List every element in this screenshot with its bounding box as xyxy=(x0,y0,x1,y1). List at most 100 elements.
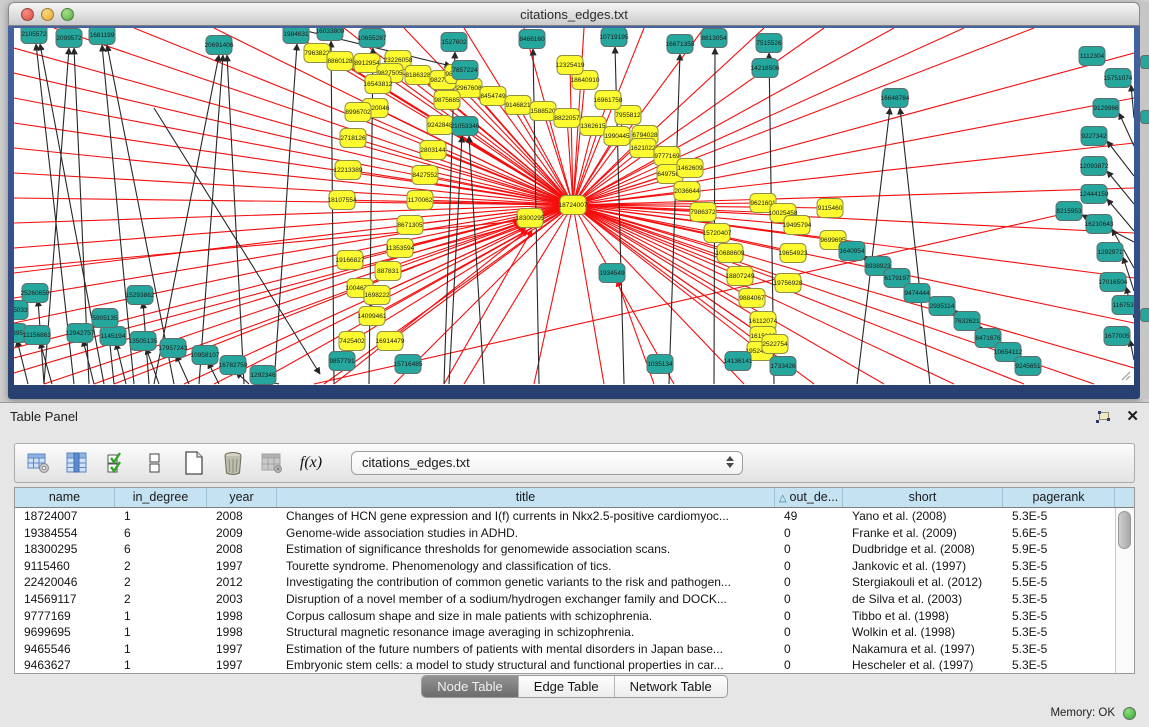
table-source-dropdown[interactable]: citations_edges.txt xyxy=(351,451,743,475)
table-row[interactable]: 1830029562008Estimation of significance … xyxy=(15,541,1134,558)
network-node[interactable]: 8996702 xyxy=(345,103,371,122)
column-header-pagerank[interactable]: pagerank xyxy=(1003,488,1115,507)
network-node[interactable]: 1934549 xyxy=(599,264,625,283)
network-node[interactable]: 8813054 xyxy=(701,29,727,48)
table-row[interactable]: 977716911998Corpus callosum shape and si… xyxy=(15,608,1134,625)
network-node[interactable]: 9245651 xyxy=(1015,357,1041,376)
network-node[interactable]: 21053346 xyxy=(451,117,480,136)
network-node[interactable]: 2803144 xyxy=(420,141,446,160)
network-node[interactable]: 1990445 xyxy=(604,127,630,146)
table-row[interactable]: 1456911722003Disruption of a novel membe… xyxy=(15,591,1134,608)
network-node[interactable]: 1462609 xyxy=(677,159,703,178)
network-node[interactable]: 19495794 xyxy=(783,216,812,235)
network-node[interactable]: 15720407 xyxy=(703,224,732,243)
network-node[interactable]: 5905135 xyxy=(92,309,118,328)
network-node[interactable]: 19756928 xyxy=(774,274,803,293)
network-node[interactable]: 1681199 xyxy=(89,28,115,45)
column-header-in_degree[interactable]: in_degree xyxy=(115,488,207,507)
network-node[interactable]: 16961758 xyxy=(594,91,623,110)
network-node[interactable]: 7515526 xyxy=(756,34,782,53)
network-node[interactable]: 14218506 xyxy=(751,59,780,78)
table-row[interactable]: 1938455462009Genome-wide association stu… xyxy=(15,525,1134,542)
column-header-year[interactable]: year xyxy=(207,488,277,507)
network-node[interactable]: 16648784 xyxy=(881,89,910,108)
select-columns-icon[interactable] xyxy=(64,450,90,476)
network-node[interactable]: 15751074 xyxy=(1104,69,1133,88)
network-node[interactable]: 1292971 xyxy=(1097,243,1123,262)
network-node[interactable]: 8671305 xyxy=(397,216,423,235)
table-row[interactable]: 946554611997Estimation of the future num… xyxy=(15,641,1134,658)
network-canvas[interactable]: 7963822886012889129542322605898275051654… xyxy=(14,28,1134,385)
network-node[interactable]: 13505135 xyxy=(129,332,158,351)
network-node[interactable]: 19166827 xyxy=(336,251,365,270)
network-node[interactable]: 15293862 xyxy=(126,286,155,305)
table-row[interactable]: 2242004622012Investigating the contribut… xyxy=(15,574,1134,591)
column-header-name[interactable]: name xyxy=(15,488,115,507)
network-node[interactable]: 12093872 xyxy=(1080,157,1109,176)
network-node[interactable]: 19654923 xyxy=(779,244,808,263)
network-node[interactable]: 17016504 xyxy=(1099,273,1128,292)
network-node[interactable]: 1292346 xyxy=(250,366,276,385)
network-node[interactable]: 7632621 xyxy=(954,312,980,331)
table-settings-icon[interactable] xyxy=(25,450,51,476)
select-all-checklist-icon[interactable] xyxy=(103,450,129,476)
network-node[interactable]: 8215953 xyxy=(1056,202,1082,221)
tab-node-table[interactable]: Node Table xyxy=(422,676,518,697)
network-node[interactable]: 16210643 xyxy=(1085,215,1114,234)
network-node[interactable]: 11156863 xyxy=(23,326,51,345)
network-node[interactable]: 16543812 xyxy=(364,75,393,94)
network-node[interactable]: 20691406 xyxy=(205,36,234,55)
network-node[interactable]: 1112304 xyxy=(1079,47,1105,66)
table-row[interactable]: 969969511998Structural magnetic resonanc… xyxy=(15,624,1134,641)
tab-edge-table[interactable]: Edge Table xyxy=(518,676,614,697)
network-node[interactable]: 16914479 xyxy=(376,332,405,351)
function-builder-icon[interactable]: f(x) xyxy=(298,450,324,476)
memory-status-indicator-icon[interactable] xyxy=(1123,707,1136,720)
network-node[interactable]: 2105572 xyxy=(21,28,47,44)
network-node[interactable]: 9227342 xyxy=(1081,127,1107,146)
network-node[interactable]: 8427552 xyxy=(412,166,438,185)
network-node[interactable]: 2718126 xyxy=(340,129,366,148)
network-node[interactable]: 10958107 xyxy=(191,346,220,365)
network-node[interactable]: 8454749 xyxy=(480,87,506,106)
table-row[interactable]: 1872400712008Changes of HCN gene express… xyxy=(15,508,1134,525)
network-node[interactable]: 8186328 xyxy=(405,66,431,85)
network-node[interactable]: 1145194 xyxy=(100,327,126,346)
network-node[interactable]: 9146821 xyxy=(505,96,531,115)
network-node[interactable]: 1170062 xyxy=(407,191,433,210)
network-node[interactable]: 16671358 xyxy=(666,35,695,54)
network-node[interactable]: 1677005 xyxy=(1104,327,1130,346)
network-node[interactable]: 9875685 xyxy=(434,91,460,110)
close-panel-icon[interactable]: ✕ xyxy=(1126,410,1139,424)
window-titlebar[interactable]: citations_edges.txt xyxy=(8,2,1140,26)
column-header-short[interactable]: short xyxy=(843,488,1003,507)
network-node[interactable]: 1984631 xyxy=(283,28,309,44)
network-node[interactable]: 8860128 xyxy=(327,52,353,71)
network-node[interactable]: 2036644 xyxy=(674,182,700,201)
network-node[interactable]: 18724007 xyxy=(559,196,588,215)
network-node[interactable]: 8912954 xyxy=(354,54,380,73)
table-row[interactable]: 946362711997Embryonic stem cells: a mode… xyxy=(15,657,1134,674)
network-node[interactable]: 9777169 xyxy=(654,147,680,166)
column-header-out_de[interactable]: △out_de... xyxy=(775,488,843,507)
network-node[interactable]: 9474444 xyxy=(904,284,930,303)
network-node[interactable]: 1595033 xyxy=(14,301,28,320)
network-node[interactable]: 14136141 xyxy=(724,352,753,371)
network-node[interactable]: 2522754 xyxy=(762,335,788,354)
network-node[interactable]: 1640954 xyxy=(839,242,865,261)
network-node[interactable]: 12213389 xyxy=(334,161,363,180)
network-node[interactable]: 1035134 xyxy=(647,355,673,374)
network-node[interactable]: 16782759 xyxy=(219,356,248,375)
network-node[interactable]: 1733426 xyxy=(770,357,796,376)
network-node[interactable]: 7425402 xyxy=(339,332,365,351)
network-node[interactable]: 18300295 xyxy=(516,209,545,228)
toggle-rows-icon[interactable] xyxy=(142,450,168,476)
table-row[interactable]: 911546021997Tourette syndrome. Phenomeno… xyxy=(15,558,1134,575)
scrollbar-thumb[interactable] xyxy=(1118,511,1131,549)
network-node[interactable]: 7857224 xyxy=(452,61,478,80)
network-node[interactable]: 15716485 xyxy=(394,355,423,374)
network-node[interactable]: 10688609 xyxy=(716,244,745,263)
network-node[interactable]: 12325419 xyxy=(556,56,585,75)
network-node[interactable]: 1362615 xyxy=(580,117,606,136)
new-table-icon[interactable] xyxy=(181,450,207,476)
